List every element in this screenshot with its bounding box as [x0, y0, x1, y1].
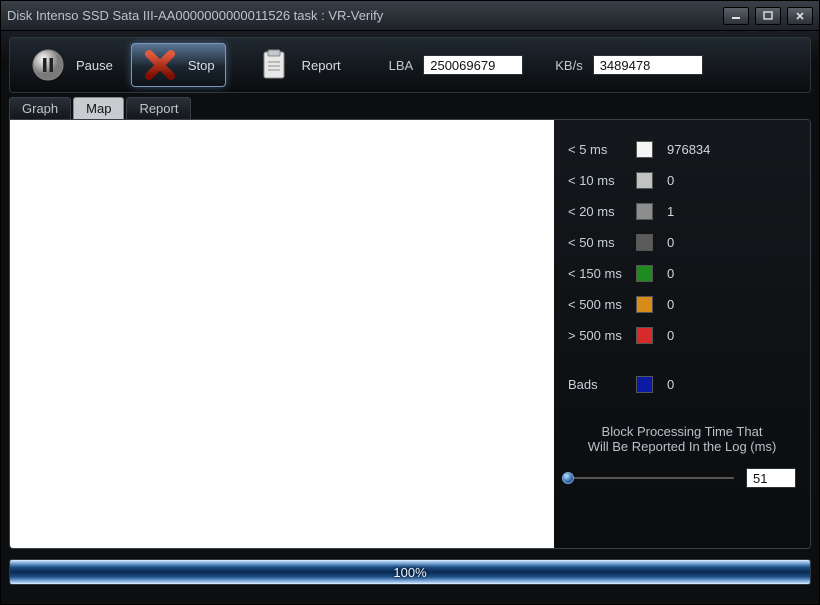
maximize-icon: [763, 11, 773, 20]
threshold-slider-row: [568, 468, 796, 488]
legend-row: < 500 ms 0: [568, 289, 796, 320]
window-title: Disk Intenso SSD Sata III-AA000000000001…: [7, 8, 723, 23]
close-button[interactable]: [787, 7, 813, 25]
legend-count: 0: [667, 297, 674, 312]
threshold-slider[interactable]: [568, 477, 734, 479]
log-note-line2: Will Be Reported In the Log (ms): [568, 439, 796, 454]
legend-label: < 150 ms: [568, 266, 636, 281]
legend-label: < 10 ms: [568, 173, 636, 188]
legend-count: 0: [667, 328, 674, 343]
legend-swatch: [636, 234, 653, 251]
legend-label: < 50 ms: [568, 235, 636, 250]
lba-group: LBA: [389, 55, 524, 75]
legend-panel: < 5 ms976834< 10 ms0< 20 ms1< 50 ms0< 15…: [554, 120, 810, 548]
legend-label: > 500 ms: [568, 328, 636, 343]
legend-row: < 5 ms 976834: [568, 134, 796, 165]
minimize-icon: [731, 12, 741, 20]
tabs: Graph Map Report: [9, 97, 811, 119]
threshold-value-field[interactable]: [746, 468, 796, 488]
toolbar: Pause Stop: [9, 37, 811, 93]
log-note: Block Processing Time That Will Be Repor…: [568, 424, 796, 454]
pause-button[interactable]: Pause: [20, 43, 123, 87]
progress-bar: 100%: [9, 559, 811, 585]
maximize-button[interactable]: [755, 7, 781, 25]
legend-swatch: [636, 265, 653, 282]
legend-label: < 5 ms: [568, 142, 636, 157]
window-controls: [723, 7, 813, 25]
legend-swatch: [636, 141, 653, 158]
legend-row: < 50 ms 0: [568, 227, 796, 258]
lba-label: LBA: [389, 58, 414, 73]
report-icon: [256, 47, 292, 83]
tab-graph[interactable]: Graph: [9, 97, 71, 119]
kbs-label: KB/s: [555, 58, 582, 73]
minimize-button[interactable]: [723, 7, 749, 25]
lba-field[interactable]: [423, 55, 523, 75]
legend-row: < 10 ms 0: [568, 165, 796, 196]
close-icon: [795, 11, 805, 21]
tab-map[interactable]: Map: [73, 97, 124, 119]
legend-swatch: [636, 327, 653, 344]
legend-swatch: [636, 296, 653, 313]
legend-bads-swatch: [636, 376, 653, 393]
kbs-group: KB/s: [555, 55, 702, 75]
pause-icon: [30, 47, 66, 83]
log-note-line1: Block Processing Time That: [568, 424, 796, 439]
legend-bads-count: 0: [667, 377, 674, 392]
content-frame: < 5 ms976834< 10 ms0< 20 ms1< 50 ms0< 15…: [9, 119, 811, 549]
legend-label: < 500 ms: [568, 297, 636, 312]
app-window: Disk Intenso SSD Sata III-AA000000000001…: [0, 0, 820, 605]
legend-count: 1: [667, 204, 674, 219]
legend-label: < 20 ms: [568, 204, 636, 219]
kbs-field[interactable]: [593, 55, 703, 75]
legend-count: 0: [667, 266, 674, 281]
legend-list: < 5 ms976834< 10 ms0< 20 ms1< 50 ms0< 15…: [568, 134, 796, 351]
legend-row: < 150 ms 0: [568, 258, 796, 289]
legend-row: > 500 ms 0: [568, 320, 796, 351]
title-bar: Disk Intenso SSD Sata III-AA000000000001…: [1, 1, 819, 31]
map-area[interactable]: [10, 120, 554, 548]
stop-icon: [142, 47, 178, 83]
report-label: Report: [302, 58, 341, 73]
legend-row-bads: Bads 0: [568, 369, 796, 400]
legend-row: < 20 ms 1: [568, 196, 796, 227]
stop-label: Stop: [188, 58, 215, 73]
legend-count: 976834: [667, 142, 710, 157]
pause-label: Pause: [76, 58, 113, 73]
tab-report[interactable]: Report: [126, 97, 191, 119]
legend-swatch: [636, 203, 653, 220]
stop-button[interactable]: Stop: [131, 43, 226, 87]
progress-label: 100%: [10, 560, 810, 584]
legend-swatch: [636, 172, 653, 189]
slider-thumb-icon[interactable]: [562, 472, 574, 484]
legend-count: 0: [667, 173, 674, 188]
legend-count: 0: [667, 235, 674, 250]
report-button[interactable]: Report: [246, 43, 351, 87]
legend-bads-label: Bads: [568, 377, 636, 392]
